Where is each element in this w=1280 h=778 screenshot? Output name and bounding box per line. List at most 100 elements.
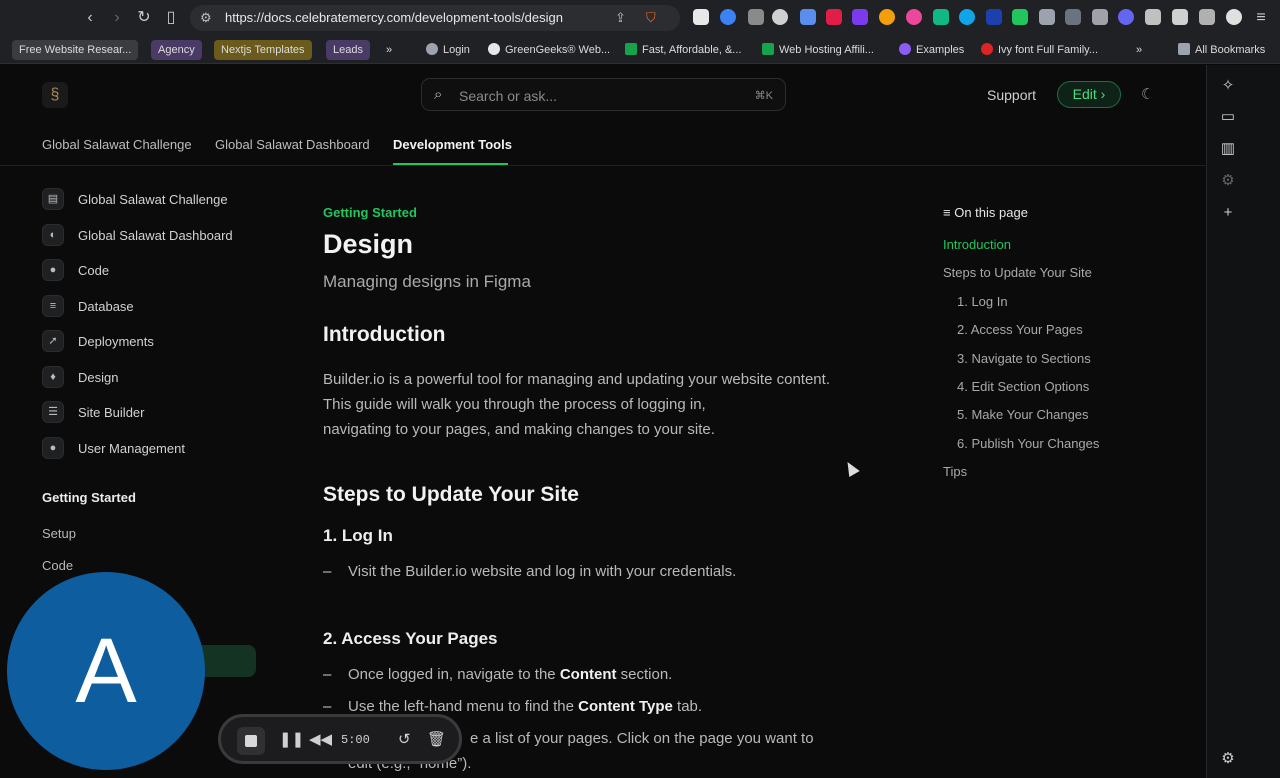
gear-icon[interactable]: ⚙ [1219, 172, 1237, 190]
extension-icon[interactable] [1012, 9, 1028, 25]
extension-icon[interactable] [852, 9, 868, 25]
brave-shield-icon[interactable]: ⛉ [646, 10, 656, 26]
bookmark-folder[interactable]: Agency [151, 40, 202, 60]
bookmark-label: All Bookmarks [1195, 44, 1266, 56]
tab-global-salawat-challenge[interactable]: Global Salawat Challenge [42, 137, 192, 152]
sidebar-item-label: Deployments [78, 333, 154, 349]
toc-item[interactable]: 1. Log In [957, 294, 1008, 309]
share-icon[interactable]: ⇪ [615, 10, 626, 26]
book-open-icon[interactable]: ▥ [1219, 140, 1237, 158]
extension-icon[interactable] [959, 9, 975, 25]
toc-heading: ≡ On this page [943, 205, 1028, 220]
bookmark-link[interactable]: Fast, Affordable, &... [625, 40, 741, 60]
bookmark-link[interactable]: GreenGeeks® Web... [488, 40, 610, 60]
forward-icon[interactable]: › [107, 8, 127, 28]
sidebar-toggle-icon[interactable] [1172, 9, 1188, 25]
chevron-right-icon[interactable]: » [1136, 40, 1142, 60]
bookmark-link[interactable]: Examples [899, 40, 964, 60]
sliders-icon: ☰ [42, 401, 64, 423]
bookmark-label: Examples [916, 44, 965, 56]
sidebar-item-design[interactable]: ♦ Design [42, 365, 118, 389]
extension-icon[interactable] [1118, 9, 1134, 25]
support-link[interactable]: Support [987, 87, 1036, 103]
extension-icon[interactable] [933, 9, 949, 25]
puzzle-icon[interactable] [1145, 9, 1161, 25]
toc-item[interactable]: 2. Access Your Pages [957, 322, 1083, 337]
extension-icon[interactable] [800, 9, 816, 25]
sidebar-item-deployments[interactable]: ➚ Deployments [42, 329, 154, 353]
bookmark-icon[interactable]: ▯ [161, 8, 181, 28]
bookmarks-bar: Free Website Resear... Agency Nextjs Tem… [0, 36, 1280, 64]
theme-toggle-icon[interactable]: ☾ [1141, 85, 1154, 103]
sidebar-item-site-builder[interactable]: ☰ Site Builder [42, 400, 144, 424]
chevron-right-icon[interactable]: » [386, 40, 392, 60]
extension-icon[interactable] [1039, 9, 1055, 25]
sidebar-link-code[interactable]: Code [42, 558, 73, 573]
extension-icon[interactable] [720, 9, 736, 25]
back-icon[interactable]: ‹ [80, 8, 100, 28]
extension-icon[interactable] [986, 9, 1002, 25]
folder-icon [1178, 43, 1190, 55]
reload-icon[interactable]: ↻ [134, 8, 154, 28]
rewind-icon[interactable]: ◀◀ [309, 730, 332, 748]
bookmark-link[interactable]: Ivy font Full Family... [981, 40, 1098, 60]
extension-icon[interactable] [748, 9, 764, 25]
sidebar-item-label: Code [78, 262, 110, 278]
bullet-dash: – [323, 666, 332, 683]
extension-icon[interactable] [772, 9, 788, 25]
extension-icon[interactable] [879, 9, 895, 25]
tab-development-tools[interactable]: Development Tools [393, 137, 512, 152]
toc-item[interactable]: Introduction [943, 237, 1011, 252]
sidebar-item-global-salawat-dashboard[interactable]: ◐ Global Salawat Dashboard [42, 223, 233, 247]
leo-icon[interactable] [1199, 9, 1215, 25]
sidebar-section-heading: Getting Started [42, 490, 136, 505]
sidebar-item-database[interactable]: ≡ Database [42, 294, 134, 318]
bookmark-link[interactable]: Web Hosting Affili... [762, 40, 874, 60]
bookmark-folder[interactable]: Nextjs Templates [214, 40, 312, 60]
toc-item[interactable]: 5. Make Your Changes [957, 407, 1089, 422]
bookmark-folder[interactable]: Leads [326, 40, 370, 60]
reading-list-icon[interactable]: ▭ [1219, 108, 1237, 126]
sidebar-item-global-salawat-challenge[interactable]: ▤ Global Salawat Challenge [42, 187, 228, 211]
sidebar-link-setup[interactable]: Setup [42, 526, 76, 541]
site-settings-icon[interactable]: ⚙ [200, 10, 212, 26]
toc-item[interactable]: Steps to Update Your Site [943, 265, 1092, 280]
leo-ai-icon[interactable]: ✧ [1219, 77, 1237, 95]
site-logo[interactable]: § [42, 82, 68, 108]
toc-item[interactable]: Tips [943, 464, 967, 479]
search-input[interactable]: ⌕ Search or ask... ⌘K [421, 78, 786, 111]
extension-icon[interactable] [693, 9, 709, 25]
breadcrumb[interactable]: Getting Started [323, 205, 417, 220]
menu-icon[interactable]: ≡ [1251, 8, 1271, 28]
toc-item[interactable]: 6. Publish Your Changes [957, 436, 1099, 451]
pause-icon[interactable]: ❚❚ [279, 730, 304, 748]
extension-icon[interactable] [826, 9, 842, 25]
stop-button[interactable] [237, 727, 265, 755]
extension-icon[interactable] [1092, 9, 1108, 25]
settings-icon[interactable]: ⚙ [1219, 750, 1237, 768]
sidebar-item-user-management[interactable]: ● User Management [42, 436, 185, 460]
toc-item[interactable]: 3. Navigate to Sections [957, 351, 1091, 366]
edit-button[interactable]: Edit › [1057, 81, 1121, 108]
sidebar-item-label: Database [78, 298, 134, 314]
address-bar[interactable]: ⚙ https://docs.celebratemercy.com/develo… [190, 5, 680, 31]
active-tab-indicator [393, 163, 508, 165]
plus-icon[interactable]: + [1219, 204, 1237, 222]
trash-icon[interactable]: 🗑 [427, 730, 446, 748]
profile-icon[interactable] [1226, 9, 1242, 25]
bookmark-folder[interactable]: Free Website Resear... [12, 40, 139, 60]
extension-icon[interactable] [906, 9, 922, 25]
bullet-text: section. [616, 666, 673, 683]
all-bookmarks[interactable]: All Bookmarks [1178, 40, 1265, 60]
extension-icon[interactable] [1065, 9, 1081, 25]
search-shortcut: ⌘K [754, 90, 773, 102]
intro-line: This guide will walk you through the pro… [323, 396, 706, 413]
bullet-text: Once logged in, navigate to the [348, 666, 560, 683]
restart-icon[interactable]: ↺ [398, 730, 411, 748]
bookmark-link[interactable]: Login [426, 40, 470, 60]
heading-step-1: 1. Log In [323, 526, 393, 545]
sidebar-item-code[interactable]: ● Code [42, 258, 109, 282]
toc-item[interactable]: 4. Edit Section Options [957, 379, 1089, 394]
tab-global-salawat-dashboard[interactable]: Global Salawat Dashboard [215, 137, 370, 152]
github-icon: ● [42, 259, 64, 281]
